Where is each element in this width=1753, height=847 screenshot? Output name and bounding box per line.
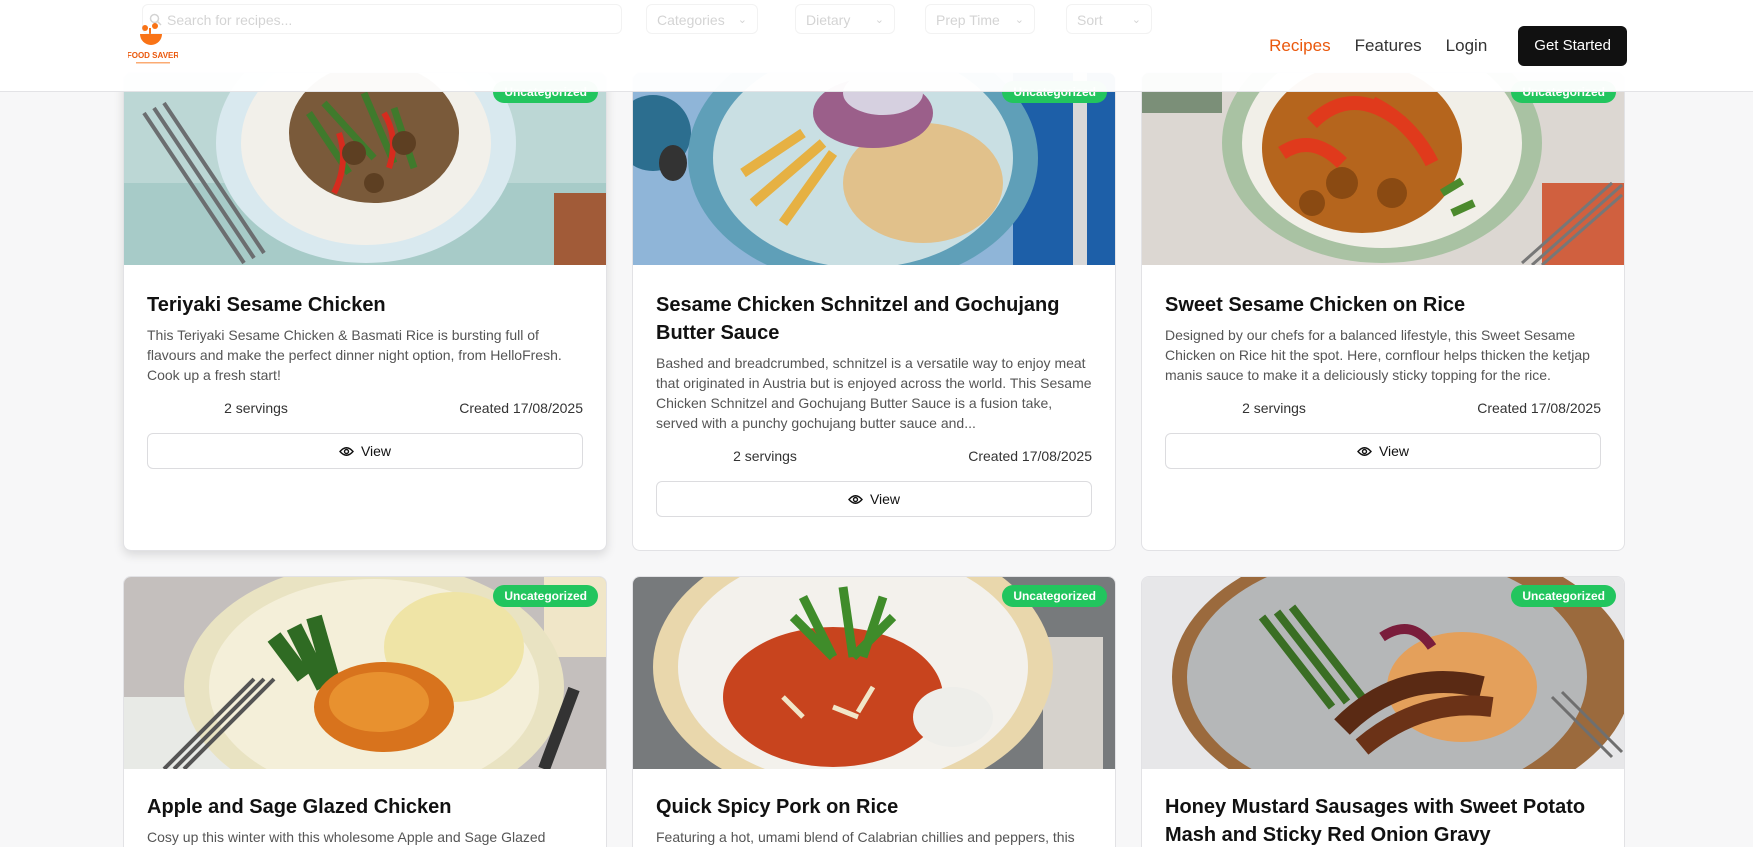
view-label: View	[869, 491, 901, 507]
recipe-description: Featuring a hot, umami blend of Calabria…	[656, 829, 1075, 845]
recipe-title: Apple and Sage Glazed Chicken	[147, 796, 452, 818]
dietary-select[interactable]: Dietary ⌄	[795, 4, 895, 34]
search-icon	[149, 13, 162, 26]
view-label: View	[1378, 443, 1410, 459]
recipe-meta: 2 servings Created 17/08/2025	[147, 400, 583, 418]
nav-recipes-link[interactable]: Recipes	[1269, 36, 1330, 56]
view-recipe-button[interactable]: View	[1165, 433, 1601, 469]
chevron-down-icon: ⌄	[1014, 14, 1024, 26]
eye-icon	[848, 494, 863, 504]
recipe-image: Uncategorized	[1142, 73, 1624, 265]
recipe-created-date: Created 17/08/2025	[968, 448, 1092, 464]
recipe-description: This Teriyaki Sesame Chicken & Basmati R…	[147, 327, 562, 383]
chevron-down-icon: ⌄	[1131, 14, 1141, 26]
recipe-servings: 2 servings	[1242, 400, 1306, 416]
view-recipe-button[interactable]: View	[656, 481, 1092, 517]
eye-icon	[339, 446, 354, 456]
view-recipe-button[interactable]: View	[147, 433, 583, 469]
recipe-title: Quick Spicy Pork on Rice	[656, 796, 899, 818]
recipe-image: Uncategorized	[633, 577, 1115, 769]
recipe-servings: 2 servings	[224, 400, 288, 416]
recipe-card-body: Teriyaki Sesame Chicken This Teriyaki Se…	[147, 291, 583, 469]
recipe-title: Sesame Chicken Schnitzel and Gochujang B…	[656, 294, 1060, 344]
category-badge: Uncategorized	[1002, 585, 1107, 607]
recipe-card[interactable]: Uncategorized Sweet Sesame Chicken on Ri…	[1141, 72, 1625, 551]
search-input[interactable]: Search for recipes...	[142, 4, 622, 34]
recipe-description: Cosy up this winter with this wholesome …	[147, 829, 546, 845]
view-label: View	[360, 443, 392, 459]
recipe-card[interactable]: Uncategorized Honey Mustard Sausages wit…	[1141, 576, 1625, 847]
recipe-card[interactable]: Uncategorized Quick Spicy Pork on Rice F…	[632, 576, 1116, 847]
recipe-created-date: Created 17/08/2025	[1477, 400, 1601, 416]
recipe-card[interactable]: Uncategorized Apple and Sage Glazed Chic…	[123, 576, 607, 847]
recipe-image: Uncategorized	[124, 73, 606, 265]
eye-icon	[1357, 446, 1372, 456]
chevron-down-icon: ⌄	[737, 14, 747, 26]
recipe-card[interactable]: Uncategorized Teriyaki Sesame Chicken Th…	[123, 72, 607, 551]
recipe-description: Bashed and breadcrumbed, schnitzel is a …	[656, 355, 1092, 431]
prep-time-select[interactable]: Prep Time ⌄	[925, 4, 1035, 34]
recipe-card-body: Sesame Chicken Schnitzel and Gochujang B…	[656, 291, 1092, 517]
recipe-image: Uncategorized	[124, 577, 606, 769]
chevron-down-icon: ⌄	[874, 14, 884, 26]
recipe-card[interactable]: Uncategorized Sesame Chicken Schnitzel a…	[632, 72, 1116, 551]
recipe-meta: 2 servings Created 17/08/2025	[1165, 400, 1601, 418]
recipe-image: Uncategorized	[1142, 577, 1624, 769]
recipe-meta: 2 servings Created 17/08/2025	[656, 448, 1092, 466]
recipe-card-body: Quick Spicy Pork on Rice Featuring a hot…	[656, 793, 1092, 847]
category-badge: Uncategorized	[493, 585, 598, 607]
search-placeholder: Search for recipes...	[167, 12, 293, 28]
prep-time-label: Prep Time	[936, 12, 1000, 28]
recipe-image: Uncategorized	[633, 73, 1115, 265]
recipe-created-date: Created 17/08/2025	[459, 400, 583, 416]
recipe-title: Sweet Sesame Chicken on Rice	[1165, 294, 1466, 316]
dietary-label: Dietary	[806, 12, 851, 28]
svg-text:FOOD SAVER: FOOD SAVER	[128, 51, 178, 60]
sort-label: Sort	[1077, 12, 1103, 28]
nav-features-link[interactable]: Features	[1355, 36, 1422, 56]
recipe-card-body: Sweet Sesame Chicken on Rice Designed by…	[1165, 291, 1601, 469]
category-badge: Uncategorized	[1511, 585, 1616, 607]
categories-select[interactable]: Categories ⌄	[646, 4, 758, 34]
recipe-title: Honey Mustard Sausages with Sweet Potato…	[1165, 796, 1586, 846]
recipe-description: Designed by our chefs for a balanced lif…	[1165, 327, 1590, 383]
recipe-card-body: Apple and Sage Glazed Chicken Cosy up th…	[147, 793, 583, 847]
filter-bar: Search for recipes... Categories ⌄ Dietar…	[0, 0, 1753, 38]
recipe-title: Teriyaki Sesame Chicken	[147, 294, 386, 316]
recipe-servings: 2 servings	[733, 448, 797, 464]
sort-select[interactable]: Sort ⌄	[1066, 4, 1152, 34]
nav-login-link[interactable]: Login	[1446, 36, 1488, 56]
categories-label: Categories	[657, 12, 725, 28]
recipe-card-body: Honey Mustard Sausages with Sweet Potato…	[1165, 793, 1601, 847]
